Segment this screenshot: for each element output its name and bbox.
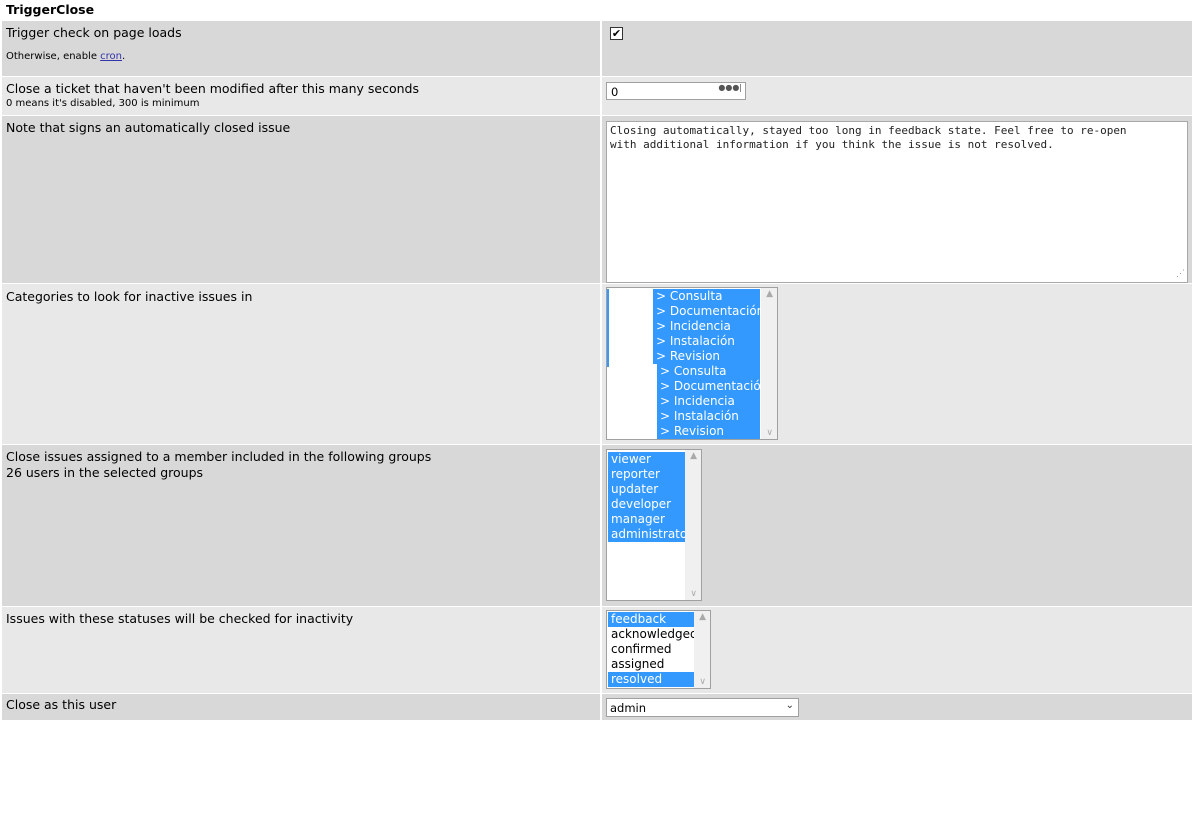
scroll-up-icon[interactable]: ▲	[690, 451, 697, 461]
value-cell: ✔	[602, 21, 1192, 76]
row-note: Note that signs an automatically closed …	[2, 115, 1192, 283]
scroll-up-icon[interactable]: ▲	[766, 289, 773, 299]
group-option[interactable]: reporter	[608, 467, 685, 482]
note-textarea[interactable]: Closing automatically, stayed too long i…	[606, 121, 1188, 283]
trigger-sub: Otherwise, enable cron.	[6, 51, 125, 63]
groups-sub: 26 users in the selected groups	[6, 465, 204, 480]
row-user: Close as this user admin ⌄	[2, 693, 1192, 720]
trigger-label: Trigger check on page loads	[6, 25, 182, 40]
value-cell: > Consulta > Documentación > Incidencia …	[602, 284, 1192, 444]
label-cell: Close issues assigned to a member includ…	[2, 445, 602, 606]
category-option[interactable]: > Documentación	[657, 379, 768, 394]
scroll-down-icon[interactable]: ∨	[766, 428, 773, 438]
user-label: Close as this user	[6, 697, 117, 712]
row-groups: Close issues assigned to a member includ…	[2, 444, 1192, 606]
scroll-down-icon[interactable]: ∨	[699, 677, 706, 687]
groups-scrollbar[interactable]: ▲ ∨	[685, 450, 701, 600]
statuses-listbox[interactable]: feedback acknowledged confirmed assigned…	[606, 610, 711, 689]
category-option[interactable]: > Revision	[653, 349, 760, 364]
label-cell: Note that signs an automatically closed …	[2, 116, 602, 283]
trigger-sub-suffix: .	[122, 51, 126, 62]
label-cell: Close as this user	[2, 694, 602, 720]
check-icon: ✔	[611, 27, 622, 40]
trigger-sub-text: Otherwise, enable	[6, 51, 101, 62]
scroll-down-icon[interactable]: ∨	[690, 589, 697, 599]
categories-listbox[interactable]: > Consulta > Documentación > Incidencia …	[606, 287, 778, 440]
resize-grip-icon[interactable]: ⋰	[1176, 267, 1185, 281]
group-option[interactable]: updater	[608, 482, 685, 497]
groups-label: Close issues assigned to a member includ…	[6, 449, 432, 464]
group-option[interactable]: administrator	[608, 527, 692, 542]
seconds-value: 0	[611, 85, 619, 99]
value-cell: Closing automatically, stayed too long i…	[602, 116, 1192, 283]
trigger-checkbox[interactable]: ✔	[610, 27, 623, 40]
selection-edge	[607, 289, 609, 367]
status-option-acknowledged[interactable]: acknowledged	[608, 627, 698, 642]
note-text: Closing automatically, stayed too long i…	[610, 124, 1127, 151]
seconds-sub: 0 means it's disabled, 300 is minimum	[6, 98, 200, 109]
user-select-value: admin	[610, 701, 647, 715]
group-option[interactable]: viewer	[608, 452, 685, 467]
category-option[interactable]: > Documentación	[653, 304, 764, 319]
category-option[interactable]: > Incidencia	[657, 394, 760, 409]
status-option-resolved[interactable]: resolved	[608, 672, 694, 687]
status-option-assigned[interactable]: assigned	[608, 657, 694, 672]
group-option[interactable]: manager	[608, 512, 685, 527]
password-manager-icon: ●●●|	[718, 83, 742, 92]
cron-link[interactable]: cron	[100, 51, 122, 62]
note-label: Note that signs an automatically closed …	[6, 120, 291, 135]
categories-scrollbar[interactable]: ▲ ∨	[761, 288, 777, 439]
categories-label: Categories to look for inactive issues i…	[6, 289, 253, 304]
category-option[interactable]: > Instalación	[657, 409, 760, 424]
status-option-confirmed[interactable]: confirmed	[608, 642, 694, 657]
statuses-scrollbar[interactable]: ▲ ∨	[694, 611, 710, 688]
user-select[interactable]: admin ⌄	[606, 698, 799, 717]
status-option-feedback[interactable]: feedback	[608, 612, 694, 627]
label-cell: Trigger check on page loads Otherwise, e…	[2, 21, 602, 76]
value-cell: feedback acknowledged confirmed assigned…	[602, 607, 1192, 693]
value-cell: viewer reporter updater developer manage…	[602, 445, 1192, 606]
groups-listbox[interactable]: viewer reporter updater developer manage…	[606, 449, 702, 601]
seconds-input[interactable]: 0 ●●●|	[606, 82, 746, 100]
label-cell: Categories to look for inactive issues i…	[2, 284, 602, 444]
row-statuses: Issues with these statuses will be check…	[2, 606, 1192, 693]
chevron-down-icon: ⌄	[785, 700, 794, 711]
value-cell: 0 ●●●|	[602, 77, 1192, 115]
value-cell: admin ⌄	[602, 694, 1192, 720]
category-option[interactable]: > Revision	[657, 424, 760, 439]
section-title: TriggerClose	[6, 2, 95, 17]
statuses-label: Issues with these statuses will be check…	[6, 611, 354, 626]
label-cell: Close a ticket that haven't been modifie…	[2, 77, 602, 115]
category-option[interactable]: > Consulta	[657, 364, 760, 379]
row-categories: Categories to look for inactive issues i…	[2, 283, 1192, 444]
category-option[interactable]: > Incidencia	[653, 319, 760, 334]
label-cell: Issues with these statuses will be check…	[2, 607, 602, 693]
row-seconds: Close a ticket that haven't been modifie…	[2, 76, 1192, 115]
row-trigger: Trigger check on page loads Otherwise, e…	[2, 20, 1192, 76]
seconds-label: Close a ticket that haven't been modifie…	[6, 81, 419, 96]
group-option[interactable]: developer	[608, 497, 685, 512]
scroll-up-icon[interactable]: ▲	[699, 612, 706, 622]
category-option[interactable]: > Consulta	[653, 289, 760, 304]
category-option[interactable]: > Instalación	[653, 334, 760, 349]
